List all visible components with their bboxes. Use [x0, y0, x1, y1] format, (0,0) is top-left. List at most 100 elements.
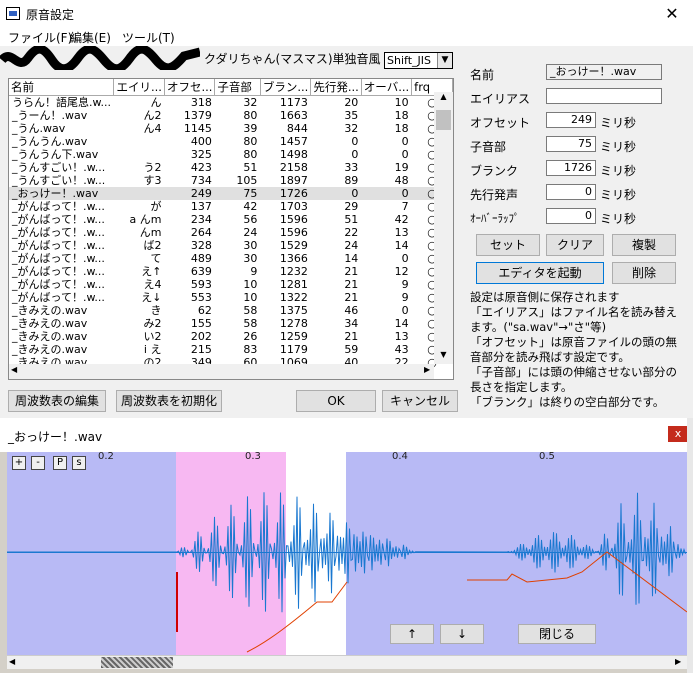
menu-edit[interactable]: 編集(E) — [70, 29, 111, 46]
table-cell: 21 — [344, 330, 359, 343]
scroll-down-icon[interactable]: ▼ — [434, 350, 453, 364]
blank-input[interactable]: 1726 — [546, 160, 596, 176]
preutterance-input[interactable]: 0 — [546, 184, 596, 200]
table-cell: _うんうん.wav — [12, 135, 88, 148]
table-cell: 553 — [190, 291, 212, 304]
table-row[interactable]: _きみえの.wav き 62 58 1375 46 0 ○ — [9, 304, 453, 317]
ok-button[interactable]: OK — [296, 390, 376, 412]
column-header[interactable]: 先行発... — [310, 79, 362, 96]
delete-button[interactable]: 削除 — [612, 262, 676, 284]
table-cell: i え — [143, 343, 162, 356]
waveform-view[interactable]: + - P s 0.2 0.3 0.4 0.5 ↑ ↓ 閉じる — [7, 452, 687, 655]
scroll-thumb[interactable] — [436, 110, 451, 130]
menu-tools[interactable]: ツール(T) — [122, 29, 175, 46]
overlap-input[interactable]: 0 — [546, 208, 596, 224]
table-cell: き — [150, 304, 162, 317]
chevron-down-icon[interactable]: ▼ — [437, 53, 452, 68]
zoom-in-button[interactable]: + — [12, 456, 26, 470]
table-row[interactable]: _がんばって！.w... え↓ 553 10 1322 21 9 ○ — [9, 291, 453, 304]
table-cell: 20 — [344, 96, 359, 109]
table-cell: 32 — [243, 96, 258, 109]
table-row[interactable]: _がんばって！.w... え↑ 639 9 1232 21 12 ○ — [9, 265, 453, 278]
close-icon[interactable]: ✕ — [660, 4, 684, 24]
stop-button[interactable]: s — [72, 456, 86, 470]
table-row[interactable]: うらん！語尾息.w... ん 318 32 1173 20 10 ○ — [9, 96, 453, 110]
table-row[interactable]: _きみえの.wav い2 202 26 1259 21 13 ○ — [9, 330, 453, 343]
wave-close-icon[interactable]: x — [668, 426, 688, 442]
column-header[interactable]: オーバ... — [361, 79, 413, 96]
table-row[interactable]: _うんうん.wav 400 80 1457 0 0 ○ — [9, 135, 453, 148]
clear-button[interactable]: クリア — [546, 234, 604, 256]
table-cell: 400 — [190, 135, 212, 148]
table-cell: a んm — [129, 213, 162, 226]
column-header[interactable]: 子音部 — [214, 79, 261, 96]
table-row[interactable]: _がんばって！.w... んm 264 24 1596 22 13 ○ — [9, 226, 453, 239]
encoding-value: Shift_JIS — [387, 54, 431, 67]
play-button[interactable]: P — [53, 456, 67, 470]
table-row[interactable]: _うんうん下.wav 325 80 1498 0 0 ○ — [9, 148, 453, 161]
table-row[interactable]: _がんばって！.w... が 137 42 1703 29 7 ○ — [9, 200, 453, 213]
table-cell: 1726 — [260, 187, 311, 200]
alias-input[interactable] — [546, 88, 662, 104]
table-cell: ば2 — [143, 239, 162, 252]
table-cell: 58 — [243, 304, 258, 317]
up-button[interactable]: ↑ — [390, 624, 434, 644]
table-row[interactable]: _がんばって！.w... て 489 30 1366 14 0 ○ — [9, 252, 453, 265]
window-title: 原音設定 — [26, 8, 75, 22]
launch-editor-button[interactable]: エディタを起動 — [476, 262, 604, 284]
table-cell: 10 — [243, 278, 258, 291]
table-row[interactable]: _うん.wav ん4 1145 39 844 32 18 ○ — [9, 122, 453, 135]
time-tick: 0.4 — [392, 452, 408, 462]
table-vertical-scrollbar[interactable]: ▲ ▼ — [434, 92, 453, 364]
zoom-out-button[interactable]: - — [31, 456, 45, 470]
cancel-button[interactable]: キャンセル — [382, 390, 458, 412]
table-cell: 328 — [190, 239, 212, 252]
table-cell: 1596 — [279, 226, 308, 239]
table-row[interactable]: _きみえの.wav み2 155 58 1278 34 14 ○ — [9, 317, 453, 330]
table-row[interactable]: _がんばって！.w... え4 593 10 1281 21 9 ○ — [9, 278, 453, 291]
table-row[interactable]: _がんばって！.w... ば2 328 30 1529 24 14 ○ — [9, 239, 453, 252]
scroll-up-icon[interactable]: ▲ — [434, 92, 453, 106]
column-header[interactable]: エイリ... — [113, 79, 165, 96]
scroll-thumb[interactable] — [101, 657, 173, 668]
scroll-right-icon[interactable]: ▶ — [424, 365, 430, 374]
table-row[interactable]: _うーん！.wav ん2 1379 80 1663 35 18 ○ — [9, 109, 453, 122]
table-cell: 1278 — [279, 317, 308, 330]
table-cell: 80 — [243, 135, 258, 148]
table-cell: 46 — [344, 304, 359, 317]
encoding-select[interactable]: Shift_JIS ▼ — [384, 52, 453, 69]
table-cell: _きみえの.wav — [12, 343, 88, 356]
close-wave-button[interactable]: 閉じる — [518, 624, 596, 644]
offset-input[interactable]: 249 — [546, 112, 596, 128]
init-frequency-button[interactable]: 周波数表を初期化 — [116, 390, 222, 412]
time-tick: 0.2 — [98, 452, 114, 462]
scroll-left-icon[interactable]: ◀ — [11, 365, 17, 374]
help-line: 「エイリアス」はファイル名を読み替えます。("sa.wav"→"さ"等) — [470, 305, 677, 334]
scroll-left-icon[interactable]: ◀ — [9, 657, 15, 666]
table-row[interactable]: _うんすごい！.w... う2 423 51 2158 33 19 ○ — [9, 161, 453, 174]
table-cell: 43 — [394, 343, 409, 356]
table-row[interactable]: _きみえの.wav i え 215 83 1179 59 43 ○ — [9, 343, 453, 356]
oto-table[interactable]: 名前 エイリ... オフセ... 子音部 ブラン... 先行発... オーバ... frq う… — [8, 78, 454, 380]
scroll-right-icon[interactable]: ▶ — [675, 657, 681, 666]
table-row[interactable]: _うんすごい！.w... す3 734 105 1897 89 48 ○ — [9, 174, 453, 187]
column-header[interactable]: オフセ... — [164, 79, 216, 96]
column-header[interactable]: ブラン... — [260, 79, 312, 96]
table-cell: 202 — [190, 330, 212, 343]
table-cell: え4 — [143, 278, 162, 291]
consonant-input[interactable]: 75 — [546, 136, 596, 152]
table-horizontal-scrollbar[interactable]: ◀ ▶ — [9, 364, 434, 379]
edit-frequency-button[interactable]: 周波数表の編集 — [8, 390, 106, 412]
table-cell: 1366 — [279, 252, 308, 265]
column-header[interactable]: 名前 — [9, 79, 115, 96]
wave-horizontal-scrollbar[interactable]: ◀ ▶ — [7, 655, 687, 669]
duplicate-button[interactable]: 複製 — [612, 234, 676, 256]
voicebank-title: クダリちゃん(マスマス)単独音風 — [204, 52, 381, 66]
set-button[interactable]: セット — [476, 234, 540, 256]
table-cell: 249 — [164, 187, 215, 200]
table-row[interactable]: _がんばって！.w... a んm 234 56 1596 51 42 ○ — [9, 213, 453, 226]
consonant-unit: ミリ秒 — [600, 140, 637, 154]
down-button[interactable]: ↓ — [440, 624, 484, 644]
menu-file[interactable]: ファイル(F) — [8, 29, 72, 46]
table-row[interactable]: _おっけー！.wav 249 75 1726 0 0 ○ — [9, 187, 453, 200]
